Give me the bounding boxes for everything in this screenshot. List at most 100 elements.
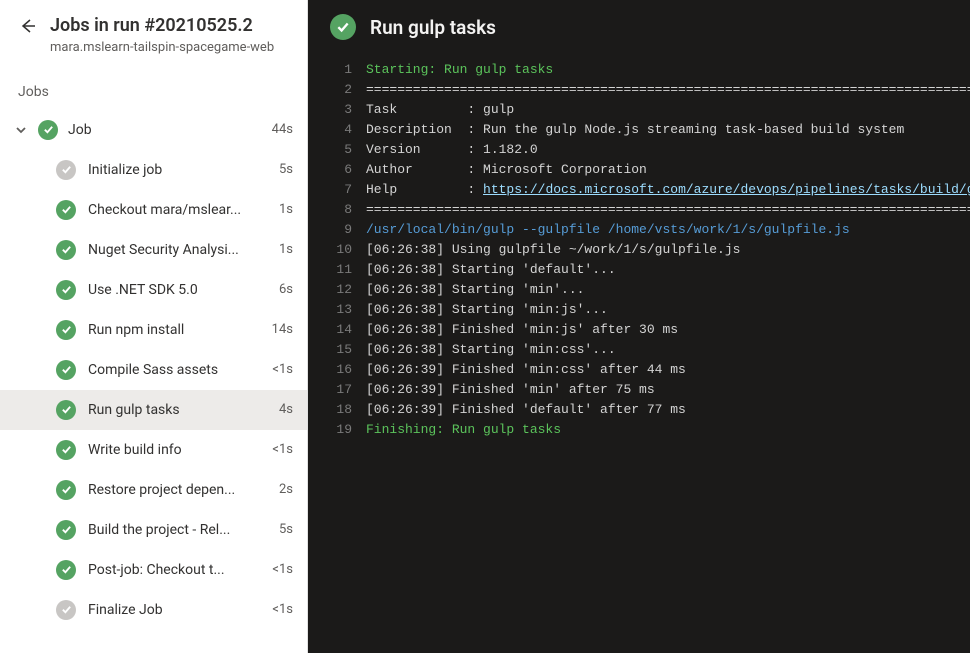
line-number: 8 bbox=[308, 200, 366, 220]
log-line: 6Author : Microsoft Corporation bbox=[308, 160, 970, 180]
task-row[interactable]: Run gulp tasks4s bbox=[0, 390, 307, 430]
line-content: Description : Run the gulp Node.js strea… bbox=[366, 120, 970, 140]
task-time: 1s bbox=[279, 242, 293, 257]
log-output[interactable]: 1Starting: Run gulp tasks2==============… bbox=[308, 54, 970, 653]
line-content: [06:26:38] Starting 'min'... bbox=[366, 280, 970, 300]
task-label: Initialize job bbox=[88, 162, 267, 178]
success-icon bbox=[56, 240, 76, 260]
task-time: 5s bbox=[279, 522, 293, 537]
log-text: Help : bbox=[366, 182, 483, 197]
task-label: Restore project depen... bbox=[88, 482, 267, 498]
line-number: 6 bbox=[308, 160, 366, 180]
line-number: 18 bbox=[308, 400, 366, 420]
task-row[interactable]: Post-job: Checkout t... <1s bbox=[0, 550, 307, 590]
line-number: 3 bbox=[308, 100, 366, 120]
task-label: Post-job: Checkout t... bbox=[88, 562, 260, 578]
line-number: 4 bbox=[308, 120, 366, 140]
log-text: [06:26:39] Finished 'min:css' after 44 m… bbox=[366, 362, 686, 377]
log-line: 1Starting: Run gulp tasks bbox=[308, 60, 970, 80]
log-text: [06:26:38] Starting 'min'... bbox=[366, 282, 584, 297]
log-line: 17[06:26:39] Finished 'min' after 75 ms bbox=[308, 380, 970, 400]
task-label: Run gulp tasks bbox=[88, 402, 267, 418]
log-text: /usr/local/bin/gulp --gulpfile /home/vst… bbox=[366, 222, 850, 237]
log-line: 7Help : https://docs.microsoft.com/azure… bbox=[308, 180, 970, 200]
task-row[interactable]: Nuget Security Analysi...1s bbox=[0, 230, 307, 270]
log-line: 12[06:26:38] Starting 'min'... bbox=[308, 280, 970, 300]
job-row[interactable]: Job 44s bbox=[0, 110, 307, 150]
line-content: [06:26:39] Finished 'default' after 77 m… bbox=[366, 400, 970, 420]
line-content: ========================================… bbox=[366, 80, 970, 100]
chevron-down-icon bbox=[14, 124, 28, 136]
log-text: Finishing: Run gulp tasks bbox=[366, 422, 561, 437]
line-content: Finishing: Run gulp tasks bbox=[366, 420, 970, 440]
line-number: 9 bbox=[308, 220, 366, 240]
line-content: Author : Microsoft Corporation bbox=[366, 160, 970, 180]
help-link[interactable]: https://docs.microsoft.com/azure/devops/… bbox=[483, 182, 970, 197]
neutral-status-icon bbox=[56, 160, 76, 180]
log-text: Version : 1.182.0 bbox=[366, 142, 538, 157]
log-text: ========================================… bbox=[366, 82, 970, 97]
log-text: Starting: Run gulp tasks bbox=[366, 62, 553, 77]
sidebar: Jobs in run #20210525.2 mara.mslearn-tai… bbox=[0, 0, 308, 653]
task-time: <1s bbox=[272, 562, 293, 577]
line-content: [06:26:38] Finished 'min:js' after 30 ms bbox=[366, 320, 970, 340]
task-time: <1s bbox=[272, 602, 293, 617]
neutral-status-icon bbox=[56, 600, 76, 620]
log-line: 5Version : 1.182.0 bbox=[308, 140, 970, 160]
success-icon bbox=[56, 360, 76, 380]
task-time: 1s bbox=[279, 202, 293, 217]
log-line: 15[06:26:38] Starting 'min:css'... bbox=[308, 340, 970, 360]
task-time: <1s bbox=[272, 442, 293, 457]
line-number: 5 bbox=[308, 140, 366, 160]
success-icon bbox=[38, 120, 58, 140]
task-row[interactable]: Build the project - Rel... 5s bbox=[0, 510, 307, 550]
line-number: 12 bbox=[308, 280, 366, 300]
task-row[interactable]: Checkout mara/mslear... 1s bbox=[0, 190, 307, 230]
task-row[interactable]: Write build info<1s bbox=[0, 430, 307, 470]
task-row[interactable]: Use .NET SDK 5.0 6s bbox=[0, 270, 307, 310]
success-icon bbox=[56, 440, 76, 460]
log-line: 4Description : Run the gulp Node.js stre… bbox=[308, 120, 970, 140]
log-line: 10[06:26:38] Using gulpfile ~/work/1/s/g… bbox=[308, 240, 970, 260]
log-text: [06:26:38] Starting 'default'... bbox=[366, 262, 616, 277]
breadcrumb: mara.mslearn-tailspin-spacegame-web bbox=[50, 39, 289, 57]
task-row[interactable]: Restore project depen... 2s bbox=[0, 470, 307, 510]
log-line: 18[06:26:39] Finished 'default' after 77… bbox=[308, 400, 970, 420]
line-content: [06:26:38] Starting 'min:js'... bbox=[366, 300, 970, 320]
success-icon bbox=[56, 280, 76, 300]
line-number: 1 bbox=[308, 60, 366, 80]
task-row[interactable]: Compile Sass assets <1s bbox=[0, 350, 307, 390]
success-icon bbox=[56, 480, 76, 500]
task-row[interactable]: Finalize Job<1s bbox=[0, 590, 307, 630]
task-label: Run npm install bbox=[88, 322, 260, 338]
task-label: Build the project - Rel... bbox=[88, 522, 267, 538]
log-line: 2=======================================… bbox=[308, 80, 970, 100]
task-time: 6s bbox=[279, 282, 293, 297]
log-text: [06:26:38] Starting 'min:css'... bbox=[366, 342, 616, 357]
job-label: Job bbox=[68, 122, 262, 138]
back-button[interactable] bbox=[18, 16, 38, 36]
header-text: Jobs in run #20210525.2 mara.mslearn-tai… bbox=[50, 14, 289, 58]
page-title: Jobs in run #20210525.2 bbox=[50, 14, 289, 37]
line-number: 2 bbox=[308, 80, 366, 100]
line-number: 11 bbox=[308, 260, 366, 280]
line-number: 13 bbox=[308, 300, 366, 320]
success-icon bbox=[56, 200, 76, 220]
task-row[interactable]: Run npm install14s bbox=[0, 310, 307, 350]
line-number: 16 bbox=[308, 360, 366, 380]
log-text: Description : Run the gulp Node.js strea… bbox=[366, 122, 904, 137]
line-content: Help : https://docs.microsoft.com/azure/… bbox=[366, 180, 970, 200]
task-time: <1s bbox=[272, 362, 293, 377]
task-label: Use .NET SDK 5.0 bbox=[88, 282, 267, 298]
line-content: [06:26:38] Starting 'default'... bbox=[366, 260, 970, 280]
task-list: Initialize job5sCheckout mara/mslear...1… bbox=[0, 150, 307, 630]
log-text: [06:26:38] Finished 'min:js' after 30 ms bbox=[366, 322, 678, 337]
success-icon bbox=[56, 520, 76, 540]
task-time: 2s bbox=[279, 482, 293, 497]
log-line: 8=======================================… bbox=[308, 200, 970, 220]
task-label: Checkout mara/mslear... bbox=[88, 202, 267, 218]
task-row[interactable]: Initialize job5s bbox=[0, 150, 307, 190]
task-label: Compile Sass assets bbox=[88, 362, 260, 378]
log-text: [06:26:39] Finished 'min' after 75 ms bbox=[366, 382, 655, 397]
log-line: 9/usr/local/bin/gulp --gulpfile /home/vs… bbox=[308, 220, 970, 240]
